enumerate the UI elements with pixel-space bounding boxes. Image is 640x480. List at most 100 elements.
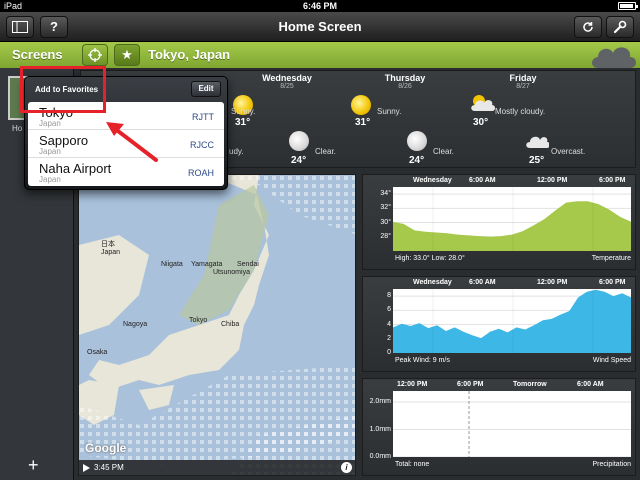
day-header: Wednesday [262, 73, 312, 83]
map-label: Osaka [87, 349, 108, 356]
chart-x-header: 12:00 PM [537, 177, 568, 184]
chart-footer-left: High: 33.0° Low: 28.0° [395, 255, 465, 262]
nav-bar: ? Home Screen [0, 12, 640, 42]
screen-thumbnail-label: Ho [12, 124, 23, 133]
chart-y-tick: 30° [380, 218, 391, 226]
chart-footer-left: Peak Wind: 9 m/s [395, 357, 450, 364]
map-land [79, 175, 355, 475]
map-attribution: Google [85, 441, 127, 455]
chart-x-header: 6:00 PM [599, 279, 626, 286]
map-label: 日本 [101, 241, 115, 248]
star-icon: ★ [121, 47, 133, 62]
forecast-condition: udy. [229, 147, 244, 156]
app-root: iPad 6:46 PM ? Home Screen Screens ★ Tok… [0, 0, 640, 480]
chart-y-tick: 2 [387, 334, 391, 342]
chart-area-series [393, 289, 631, 353]
chart-x-header: 6:00 PM [599, 177, 626, 184]
forecast-temp: 30° [473, 117, 489, 128]
chart-x-header: 12:00 PM [537, 279, 568, 286]
forecast-temp: 24° [291, 155, 307, 166]
chart-y-tick: 8 [387, 292, 391, 300]
battery-level [620, 4, 633, 8]
day-header: Friday [509, 73, 537, 83]
location-code: ROAH [187, 168, 214, 178]
edit-button[interactable]: Edit [191, 81, 221, 97]
location-toolbar: Screens ★ Tokyo, Japan [0, 42, 640, 68]
wind-speed-chart: Wednesday 6:00 AM 12:00 PM 6:00 PM 8 6 4 2 0 Peak… [362, 276, 636, 372]
map-label: Yamagata [191, 261, 223, 268]
chart-plot-area [393, 187, 631, 251]
day-date: 8/26 [398, 83, 412, 90]
location-code: RJCC [190, 140, 214, 150]
chart-plot-area [393, 391, 631, 457]
map-time: 3:45 PM [94, 463, 124, 472]
chart-x-header: Wednesday [413, 177, 452, 184]
temperature-chart: Wednesday 6:00 AM 12:00 PM 6:00 PM 34° 32° 30°… [362, 174, 636, 270]
chart-y-tick: 0.0mm [369, 453, 391, 460]
location-name: Sapporo [39, 133, 89, 148]
chart-svg [393, 391, 631, 457]
location-code: RJTT [192, 112, 214, 122]
chart-x-header: 6:00 PM [457, 381, 484, 388]
map-label: Utsunomiya [213, 269, 250, 276]
add-screen-button[interactable]: + [28, 455, 39, 476]
map-playback-bar: 3:45 PM i [78, 460, 356, 476]
sun-icon [351, 95, 371, 115]
chart-footer-left: Total: none [395, 461, 430, 468]
day-date: 8/25 [280, 83, 294, 90]
chart-plot-area [393, 289, 631, 353]
screens-label: Screens [12, 47, 63, 62]
day-date: 8/27 [516, 83, 530, 90]
chart-y-tick: 6 [387, 306, 391, 314]
partly-cloudy-icon [471, 95, 495, 111]
map-label: Nagoya [123, 321, 148, 328]
chart-y-tick: 0 [387, 349, 391, 356]
day-header: Thursday [384, 73, 426, 83]
chart-x-header: Tomorrow [513, 381, 547, 388]
refresh-icon [583, 22, 593, 32]
info-icon[interactable]: i [341, 462, 352, 473]
chart-x-header: 6:00 AM [577, 381, 604, 388]
chart-y-tick: 4 [387, 320, 391, 328]
forecast-condition: Overcast. [551, 147, 586, 156]
location-title: Tokyo, Japan [148, 47, 231, 62]
chart-y-tick: 32° [380, 204, 391, 212]
locate-icon [88, 48, 102, 62]
chart-footer-right: Temperature [591, 255, 631, 262]
forecast-condition: Clear. [315, 147, 336, 156]
settings-button[interactable] [606, 16, 634, 38]
locate-button[interactable] [82, 44, 108, 66]
chart-x-header: Wednesday [413, 279, 452, 286]
chart-x-header: 6:00 AM [469, 279, 496, 286]
forecast-condition: Sunny. [231, 107, 256, 116]
battery-icon [618, 2, 638, 10]
forecast-temp: 31° [355, 117, 371, 128]
forecast-condition: Sunny. [377, 107, 402, 116]
chart-footer-right: Wind Speed [592, 357, 631, 364]
annotation-highlight-box [20, 66, 106, 113]
moon-icon [407, 131, 427, 151]
chart-y-tick: 34° [380, 190, 391, 198]
cloud-icon [526, 136, 549, 148]
favorites-button[interactable]: ★ [114, 44, 140, 66]
refresh-button[interactable] [574, 16, 602, 38]
chart-y-tick: 1.0mm [369, 425, 391, 433]
map-label: Chiba [221, 321, 240, 328]
location-country: Japan [39, 175, 61, 184]
wrench-icon [613, 20, 627, 34]
location-country: Japan [39, 147, 61, 156]
play-icon[interactable] [82, 464, 90, 472]
map-label: Japan [101, 249, 121, 256]
moon-icon [289, 131, 309, 151]
status-bar: iPad 6:46 PM [0, 0, 640, 12]
radar-map[interactable]: 日本 Japan Niigata Yamagata Sendai Utsunom… [78, 174, 356, 476]
chart-y-tick: 2.0mm [369, 398, 391, 405]
chart-svg [393, 289, 631, 353]
forecast-condition: Mostly cloudy. [495, 107, 546, 116]
forecast-temp: 31° [235, 117, 251, 128]
chart-footer-right: Precipitation [592, 461, 631, 468]
chart-x-header: 12:00 PM [397, 381, 428, 388]
forecast-temp: 24° [409, 155, 425, 166]
page-title: Home Screen [278, 19, 362, 34]
map-label: Niigata [161, 261, 183, 268]
